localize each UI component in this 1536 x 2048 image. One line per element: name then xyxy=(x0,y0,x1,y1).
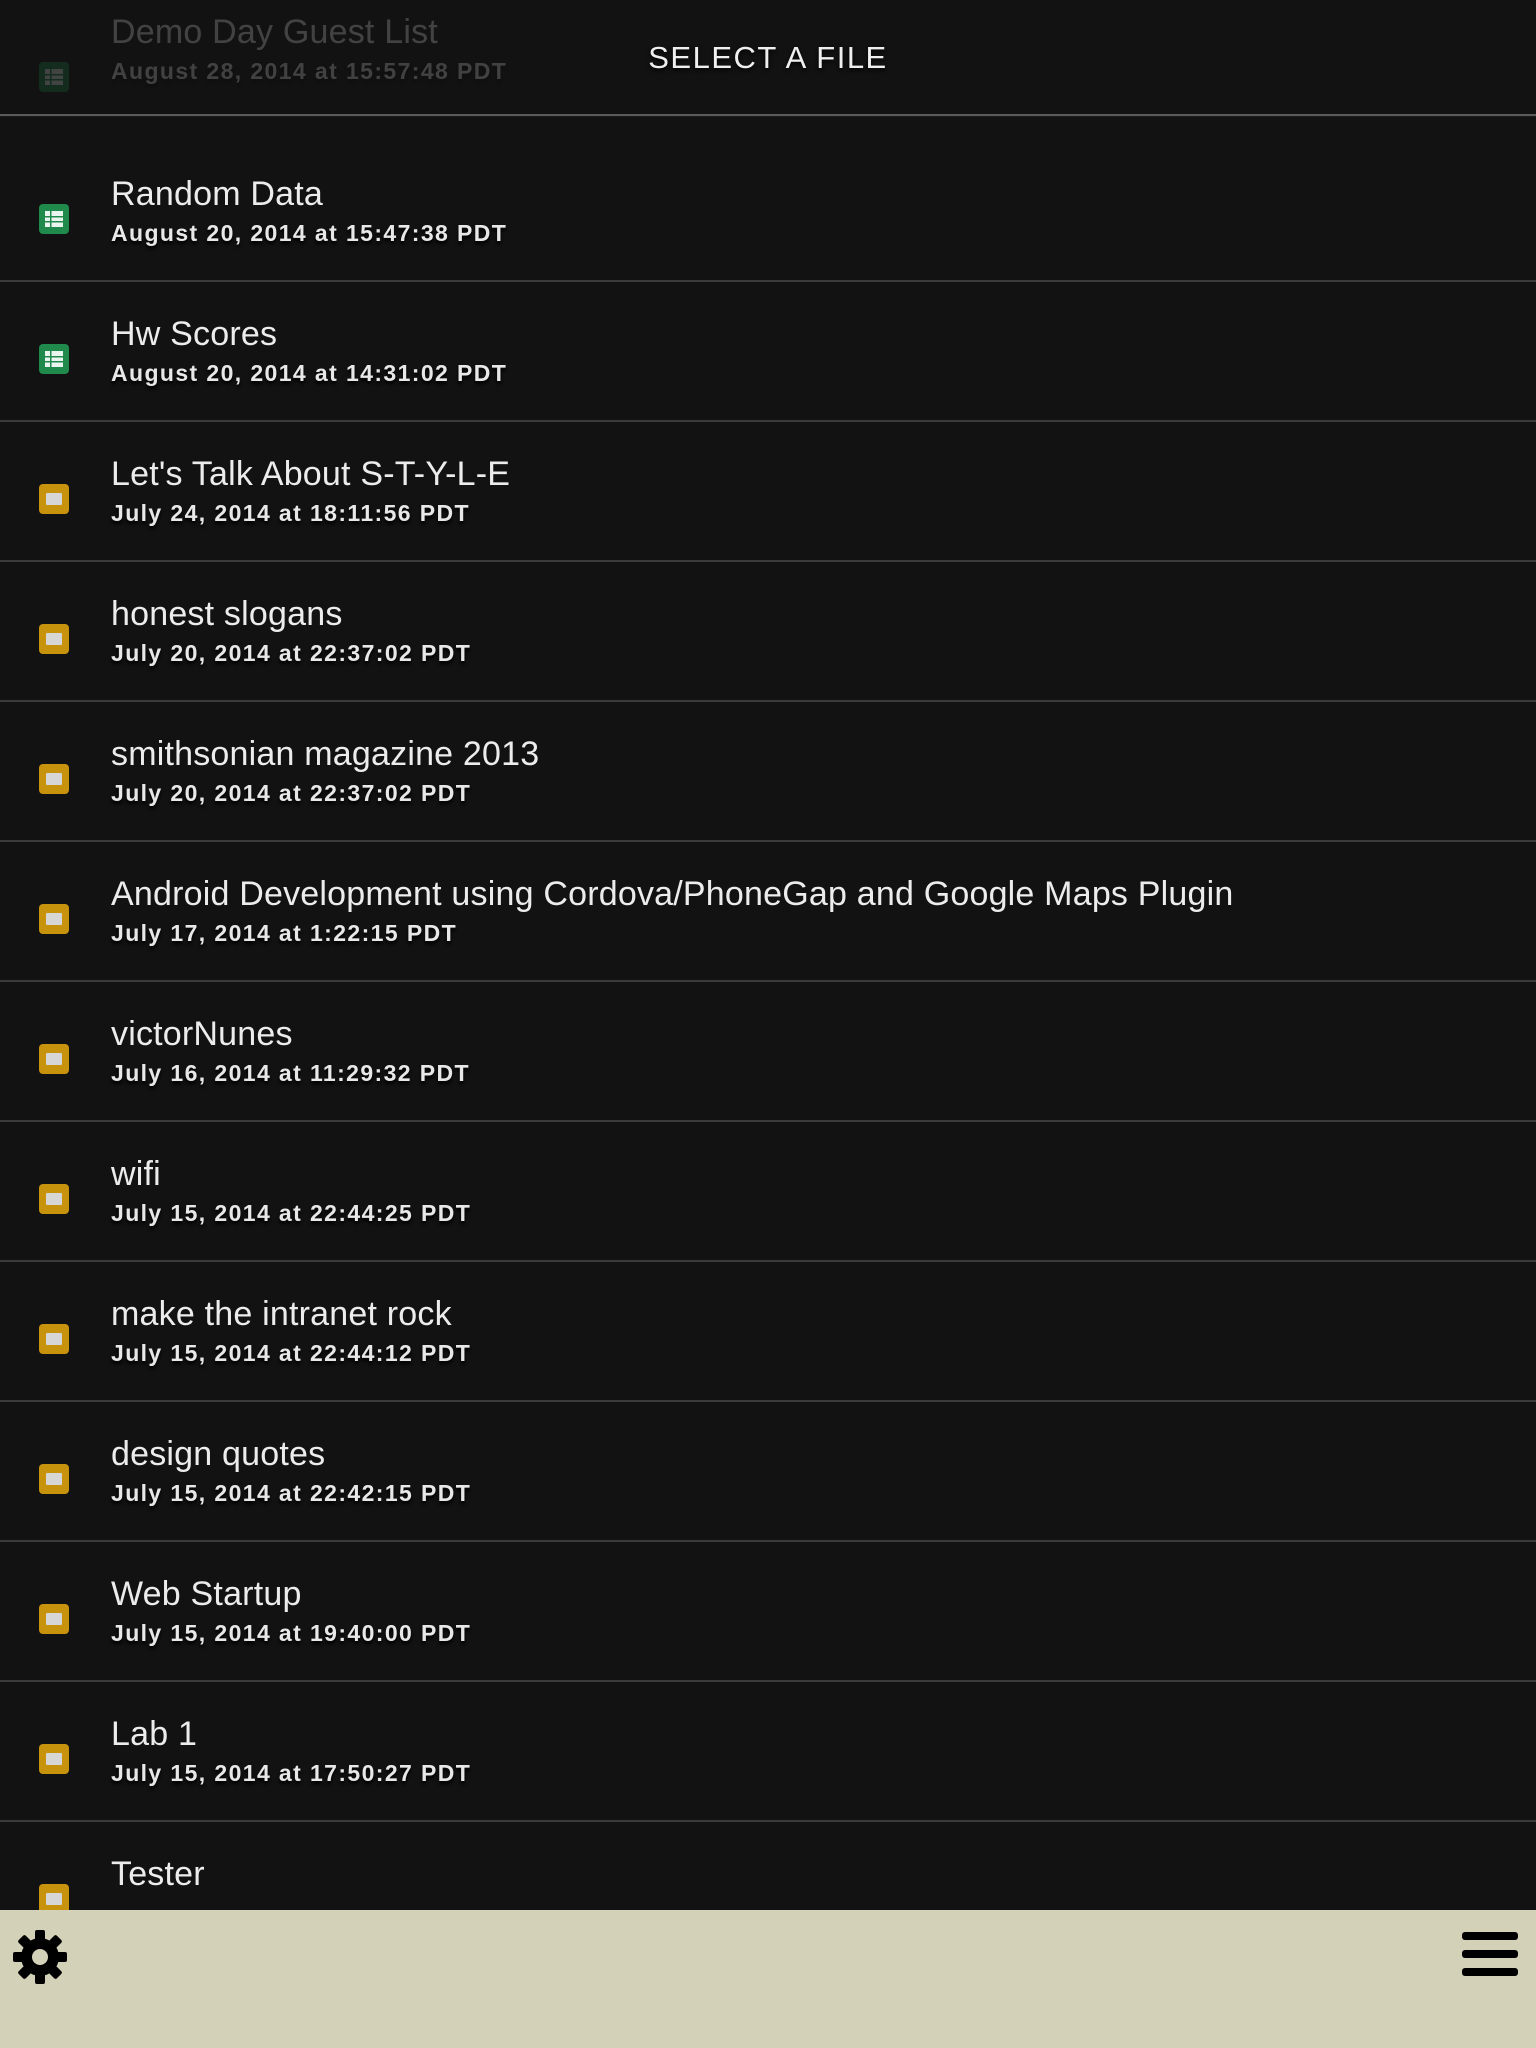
gear-icon[interactable] xyxy=(12,1929,68,1985)
file-row[interactable]: Hw Scores August 20, 2014 at 14:31:02 PD… xyxy=(0,282,1536,422)
file-title: honest slogans xyxy=(111,595,343,633)
file-title: Hw Scores xyxy=(111,315,278,353)
file-date: July 24, 2014 at 18:11:56 PDT xyxy=(111,500,470,526)
file-row[interactable]: smithsonian magazine 2013 July 20, 2014 … xyxy=(0,702,1536,842)
file-date: July 20, 2014 at 22:37:02 PDT xyxy=(111,640,472,666)
file-title: victorNunes xyxy=(111,1015,293,1053)
presentation-icon xyxy=(39,1884,69,1910)
presentation-icon xyxy=(39,904,69,934)
file-row[interactable]: Random Data August 20, 2014 at 15:47:38 … xyxy=(0,142,1536,282)
file-title: Lab 1 xyxy=(111,1715,198,1753)
file-title: Let's Talk About S-T-Y-L-E xyxy=(111,455,511,493)
file-date: July 20, 2014 at 22:37:02 PDT xyxy=(111,780,472,806)
presentation-icon xyxy=(39,1744,69,1774)
file-date: August 20, 2014 at 14:31:02 PDT xyxy=(111,360,508,386)
file-title: design quotes xyxy=(111,1435,326,1473)
file-row[interactable]: Tester xyxy=(0,1822,1536,1910)
presentation-icon xyxy=(39,1324,69,1354)
file-row[interactable]: Lab 1 July 15, 2014 at 17:50:27 PDT xyxy=(0,1682,1536,1822)
file-date: August 20, 2014 at 15:47:38 PDT xyxy=(111,220,508,246)
file-title: wifi xyxy=(111,1155,161,1193)
presentation-icon xyxy=(39,1464,69,1494)
file-row[interactable]: design quotes July 15, 2014 at 22:42:15 … xyxy=(0,1402,1536,1542)
presentation-icon xyxy=(39,1044,69,1074)
presentation-icon xyxy=(39,624,69,654)
presentation-icon xyxy=(39,484,69,514)
file-title: smithsonian magazine 2013 xyxy=(111,735,540,773)
file-title: Random Data xyxy=(111,175,323,213)
file-row[interactable]: make the intranet rock July 15, 2014 at … xyxy=(0,1262,1536,1402)
bottom-toolbar xyxy=(0,1910,1536,2048)
spreadsheet-icon xyxy=(39,62,69,92)
spreadsheet-icon xyxy=(39,204,69,234)
file-date: August 28, 2014 at 15:57:48 PDT xyxy=(111,58,508,84)
file-row[interactable]: honest slogans July 20, 2014 at 22:37:02… xyxy=(0,562,1536,702)
spreadsheet-icon xyxy=(39,344,69,374)
presentation-icon xyxy=(39,764,69,794)
presentation-icon xyxy=(39,1604,69,1634)
file-title: Demo Day Guest List xyxy=(111,13,438,51)
file-date: July 16, 2014 at 11:29:32 PDT xyxy=(111,1060,470,1086)
file-title: Android Development using Cordova/PhoneG… xyxy=(111,875,1234,913)
file-date: July 15, 2014 at 22:44:12 PDT xyxy=(111,1340,472,1366)
file-title: Tester xyxy=(111,1855,205,1893)
file-row[interactable]: wifi July 15, 2014 at 22:44:25 PDT xyxy=(0,1122,1536,1262)
hamburger-menu-icon[interactable] xyxy=(1460,1930,1520,1980)
file-title: make the intranet rock xyxy=(111,1295,452,1333)
file-row[interactable]: victorNunes July 16, 2014 at 11:29:32 PD… xyxy=(0,982,1536,1122)
file-date: July 17, 2014 at 1:22:15 PDT xyxy=(111,920,458,946)
file-row[interactable]: Web Startup July 15, 2014 at 19:40:00 PD… xyxy=(0,1542,1536,1682)
file-date: July 15, 2014 at 17:50:27 PDT xyxy=(111,1760,472,1786)
file-title: Web Startup xyxy=(111,1575,302,1613)
file-row[interactable]: Let's Talk About S-T-Y-L-E July 24, 2014… xyxy=(0,422,1536,562)
file-date: July 15, 2014 at 19:40:00 PDT xyxy=(111,1620,472,1646)
file-date: July 15, 2014 at 22:42:15 PDT xyxy=(111,1480,472,1506)
file-row[interactable]: Demo Day Guest List August 28, 2014 at 1… xyxy=(0,0,1536,117)
file-date: July 15, 2014 at 22:44:25 PDT xyxy=(111,1200,472,1226)
presentation-icon xyxy=(39,1184,69,1214)
file-list: Demo Day Guest List August 28, 2014 at 1… xyxy=(0,0,1536,1910)
file-row[interactable]: Android Development using Cordova/PhoneG… xyxy=(0,842,1536,982)
